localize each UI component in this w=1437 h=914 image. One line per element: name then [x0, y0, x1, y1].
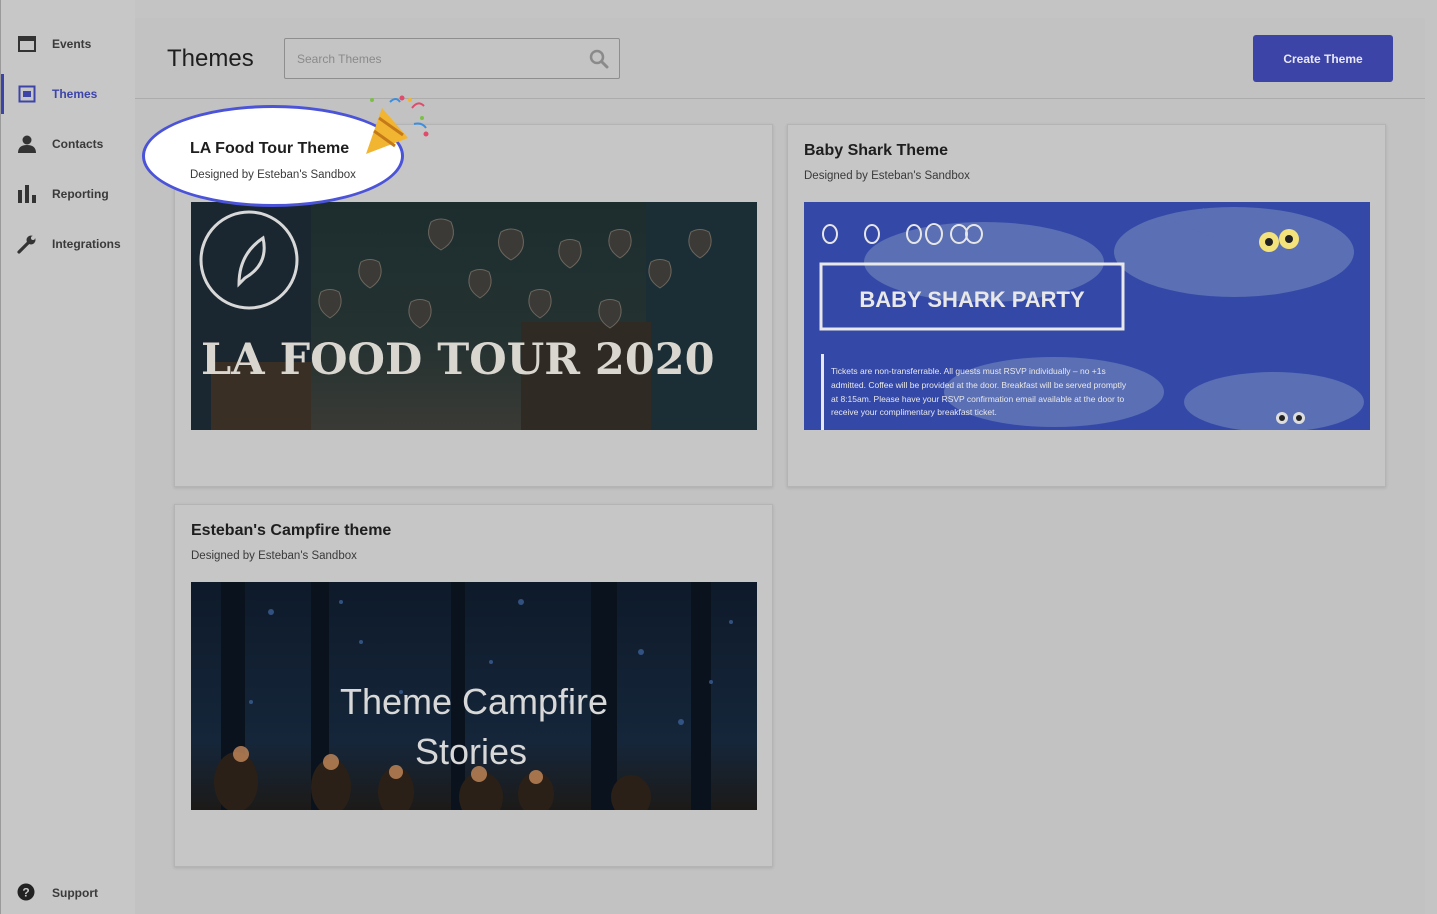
theme-preview-body: admitted. Coffee will be provided at the…: [831, 380, 1127, 390]
support-label: Support: [52, 886, 98, 900]
svg-text:?: ?: [22, 886, 29, 900]
sidebar-item-label: Integrations: [52, 237, 121, 251]
theme-preview-text: Stories: [415, 731, 527, 772]
search-input[interactable]: [285, 39, 575, 78]
bar-chart-icon: [17, 184, 37, 204]
sidebar-item-label: Contacts: [52, 137, 104, 151]
wrench-icon: [17, 234, 37, 254]
theme-preview-image: Theme Campfire Stories: [191, 582, 757, 810]
theme-card-title: Esteban's Campfire theme: [191, 522, 392, 539]
sidebar-item-label: Events: [52, 37, 92, 51]
help-icon: ?: [17, 883, 35, 906]
theme-card-campfire[interactable]: Esteban's Campfire theme Designed by Est…: [174, 504, 773, 867]
sidebar-item-label: Reporting: [52, 187, 109, 201]
sidebar: Events Themes Contacts Reporting Integra…: [0, 0, 135, 914]
search-icon[interactable]: [589, 49, 609, 69]
theme-card-title[interactable]: LA Food Tour Theme: [190, 140, 349, 158]
theme-card-designer: Designed by Esteban's Sandbox: [804, 170, 970, 182]
theme-card-baby-shark[interactable]: Baby Shark Theme Designed by Esteban's S…: [787, 124, 1386, 487]
theme-preview-body: at 8:15am. Please have your RSVP confirm…: [831, 394, 1125, 404]
themes-icon: [17, 84, 37, 104]
theme-card-designer: Designed by Esteban's Sandbox: [191, 550, 357, 562]
theme-preview-image: BABY SHARK PARTY Tickets are non-transfe…: [804, 202, 1370, 430]
person-icon: [17, 134, 37, 154]
party-popper-icon: [362, 94, 432, 158]
theme-preview-text: LA FOOD TOUR 2020: [201, 335, 715, 385]
sidebar-item-label: Themes: [52, 87, 98, 101]
page-title: Themes: [167, 45, 254, 72]
theme-card-title: Baby Shark Theme: [804, 142, 949, 159]
search-box: [284, 38, 620, 79]
page-header: Themes Create Theme: [135, 18, 1425, 99]
sidebar-item-events[interactable]: Events: [1, 22, 136, 66]
theme-preview-image: LA FOOD TOUR 2020: [191, 202, 757, 430]
calendar-icon: [17, 34, 37, 54]
theme-card-designer: Designed by Esteban's Sandbox: [190, 169, 356, 181]
theme-preview-body: receive your complimentary breakfast tic…: [831, 407, 997, 417]
theme-preview-text: BABY SHARK PARTY: [859, 287, 1085, 312]
support-link[interactable]: ? Support: [17, 880, 135, 904]
sidebar-item-themes[interactable]: Themes: [1, 72, 136, 116]
create-theme-button[interactable]: Create Theme: [1253, 35, 1393, 82]
sidebar-item-integrations[interactable]: Integrations: [1, 222, 136, 266]
theme-preview-text: Theme Campfire: [340, 681, 608, 722]
sidebar-item-contacts[interactable]: Contacts: [1, 122, 136, 166]
theme-preview-body: Tickets are non-transferrable. All guest…: [831, 366, 1106, 376]
sidebar-item-reporting[interactable]: Reporting: [1, 172, 136, 216]
